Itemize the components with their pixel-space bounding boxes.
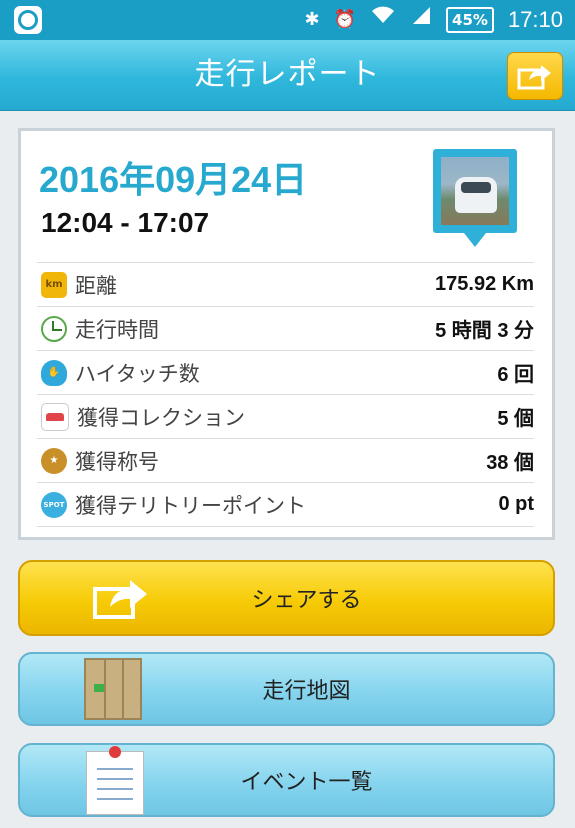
- medal-icon: ★: [41, 447, 67, 474]
- stat-label: 獲得コレクション: [77, 405, 245, 430]
- stat-value: 5 時間 3 分: [435, 320, 534, 342]
- report-time-range: 12:04 - 17:07: [41, 207, 210, 238]
- stat-value: 38 個: [486, 452, 534, 474]
- drive-map-button-label: 走行地図: [262, 679, 351, 704]
- stat-value: 5 個: [497, 408, 534, 430]
- report-date: 2016年09月24日: [39, 159, 308, 200]
- vehicle-photo: [441, 157, 509, 225]
- share-arrow-icon: [517, 65, 551, 90]
- app-shield-icon: [14, 6, 42, 34]
- car-icon: [41, 402, 69, 431]
- clock-icon: [41, 315, 67, 342]
- page-title: 走行レポート: [194, 57, 381, 92]
- share-button-label: シェアする: [251, 588, 362, 613]
- status-clock: 17:10: [507, 7, 563, 32]
- stat-row-hightouch: ✋ ハイタッチ数 6 回: [37, 350, 534, 394]
- stat-value: 6 回: [497, 364, 534, 386]
- spot-icon: SPOT: [41, 491, 67, 518]
- hightouch-hand-icon: ✋: [41, 359, 67, 386]
- vehicle-photo-pin[interactable]: [433, 149, 517, 247]
- stat-row-distance: km 距離 175.92 Km: [37, 262, 534, 306]
- stat-row-drive-time: 走行時間 5 時間 3 分: [37, 306, 534, 350]
- report-card: 2016年09月24日 12:04 - 17:07 km 距離 175.92 K…: [18, 128, 555, 540]
- battery-icon: 45%: [446, 7, 494, 33]
- drive-map-button[interactable]: 走行地図: [18, 652, 555, 726]
- report-stats: km 距離 175.92 Km 走行時間 5 時間 3 分 ✋ ハイタッチ数 6…: [37, 262, 534, 527]
- bluetooth-icon: ✱: [304, 9, 320, 30]
- share-button[interactable]: シェアする: [18, 560, 555, 636]
- stat-label: ハイタッチ数: [75, 361, 200, 386]
- stat-label: 獲得称号: [75, 449, 159, 474]
- wifi-icon: [370, 0, 396, 40]
- stat-value: 0 pt: [498, 493, 534, 515]
- stat-row-territory: SPOT 獲得テリトリーポイント 0 pt: [37, 482, 534, 527]
- header-share-button[interactable]: [507, 52, 563, 100]
- alarm-icon: ⏰: [333, 9, 357, 30]
- stat-value: 175.92 Km: [435, 273, 534, 295]
- stat-row-collection: 獲得コレクション 5 個: [37, 394, 534, 438]
- signal-icon: [410, 0, 432, 40]
- stat-row-titles: ★ 獲得称号 38 個: [37, 438, 534, 482]
- event-list-button-label: イベント一覧: [240, 770, 373, 795]
- stat-label: 距離: [75, 273, 117, 298]
- km-icon: km: [41, 271, 67, 298]
- status-bar: ✱ ⏰ 45% 17:10: [0, 0, 575, 40]
- event-list-button[interactable]: イベント一覧: [18, 743, 555, 817]
- app-header: 走行レポート: [0, 40, 575, 111]
- stat-label: 走行時間: [75, 317, 159, 342]
- stat-label: 獲得テリトリーポイント: [75, 493, 306, 518]
